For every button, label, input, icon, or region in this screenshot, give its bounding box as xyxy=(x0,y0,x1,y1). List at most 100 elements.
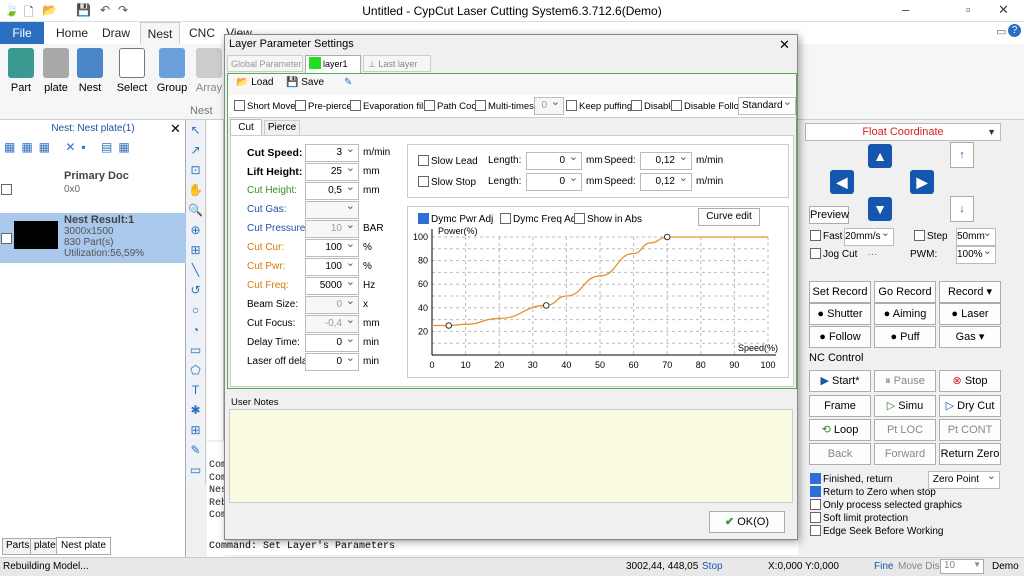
pwm-select[interactable]: 100% xyxy=(956,243,996,264)
param-value-select[interactable]: 0 xyxy=(305,350,359,371)
disable-checkbox[interactable]: Disable xyxy=(631,100,676,112)
nest-button[interactable]: Nest xyxy=(72,48,108,94)
arrow-up-button[interactable]: ▲ xyxy=(868,144,892,168)
nest-result-item[interactable]: Nest Result:1 3000x1500 830 Part(s) Util… xyxy=(0,213,186,263)
subtab-cut[interactable]: Cut xyxy=(230,119,262,135)
coordinate-select[interactable]: Float Coordinate ▼ xyxy=(805,123,1001,141)
step-checkbox[interactable]: Step xyxy=(914,230,948,242)
disable-follow-checkbox[interactable]: Disable Follow xyxy=(671,100,746,112)
return-zero-button[interactable]: Return Zero xyxy=(939,443,1001,465)
short-move-checkbox[interactable]: Short Move xyxy=(234,100,296,112)
tab-draw[interactable]: Draw xyxy=(96,22,136,44)
ok-button[interactable]: ✔ OK(O) xyxy=(709,511,785,533)
mode-select[interactable]: Standard xyxy=(738,94,796,115)
help-icon[interactable]: ? xyxy=(1008,24,1021,37)
user-notes-textarea[interactable] xyxy=(229,409,793,503)
follow-button[interactable]: ● Follow xyxy=(809,326,871,348)
slow-stop-speed-select[interactable]: 0,12 xyxy=(640,170,692,191)
keep-puffing-checkbox[interactable]: Keep puffing xyxy=(566,100,632,112)
aiming-button[interactable]: ● Aiming xyxy=(874,303,936,325)
start-button[interactable]: ▶ Start* xyxy=(809,370,871,392)
dialog-close-icon[interactable]: ✕ xyxy=(779,37,790,53)
tab-home[interactable]: Home xyxy=(50,22,94,44)
tab-nest-plate[interactable]: Nest plate xyxy=(56,537,112,555)
slow-lead-checkbox[interactable]: Slow Lead xyxy=(418,155,478,167)
select-button[interactable]: Select xyxy=(114,48,150,94)
frame-button[interactable]: Frame xyxy=(809,395,871,417)
curve-edit-button[interactable]: Curve edit xyxy=(698,208,760,226)
forward-button[interactable]: Forward xyxy=(874,443,936,465)
load-button[interactable]: 📂 Load xyxy=(236,77,273,88)
return-zero-checkbox[interactable]: Return to Zero when stop xyxy=(810,486,936,498)
save-button[interactable]: 💾 Save xyxy=(286,77,324,88)
status-fine[interactable]: Fine xyxy=(874,561,893,572)
only-selected-checkbox[interactable]: Only process selected graphics xyxy=(810,499,962,511)
shutter-button[interactable]: ● Shutter xyxy=(809,303,871,325)
multi-times-checkbox[interactable]: Multi-times xyxy=(475,100,534,112)
array-button[interactable]: Array xyxy=(191,48,227,94)
dymc-freq-checkbox[interactable]: Dymc Freq Adj xyxy=(500,213,579,225)
path-cool-checkbox[interactable]: Path Cool xyxy=(424,100,479,112)
dry-cut-button[interactable]: ▷ Dry Cut xyxy=(939,395,1001,417)
zero-point-select[interactable]: Zero Point xyxy=(928,468,1000,489)
multi-times-select[interactable]: 0 xyxy=(534,94,564,115)
close-icon[interactable]: ✕ xyxy=(998,2,1009,18)
tab-nest[interactable]: Nest xyxy=(140,22,180,44)
plate-button[interactable]: plate xyxy=(38,48,74,94)
pause-button[interactable]: ⏸ Pause xyxy=(874,370,936,392)
minimize-icon[interactable]: – xyxy=(902,2,909,17)
move-dis-select[interactable]: 10 ▼ xyxy=(940,559,984,574)
tab-last-layer[interactable]: ⊥ Last layer xyxy=(363,55,431,72)
ribbon-options-icon[interactable]: ▭ xyxy=(996,25,1006,38)
head-down-button[interactable]: ↓ xyxy=(950,196,974,222)
tab-parts[interactable]: Parts xyxy=(2,538,34,555)
dymc-pwr-checkbox[interactable]: Dymc Pwr Adj xyxy=(418,213,493,225)
head-up-button[interactable]: ↑ xyxy=(950,142,974,168)
slow-stop-checkbox[interactable]: Slow Stop xyxy=(418,176,476,188)
arrow-left-button[interactable]: ◀ xyxy=(830,170,854,194)
slow-lead-length-select[interactable]: 0 xyxy=(526,149,582,170)
tab-global-parameter[interactable]: Global Parameter xyxy=(227,55,303,72)
group-button[interactable]: Group xyxy=(154,48,190,94)
pre-pierce-checkbox[interactable]: Pre-pierce xyxy=(295,100,352,112)
slow-stop-length-select[interactable]: 0 xyxy=(526,170,582,191)
nest-result-checkbox[interactable] xyxy=(1,233,12,244)
tab-layer1[interactable]: layer1 xyxy=(305,55,361,73)
power-speed-chart[interactable]: 0 10 20 30 40 50 60 70 80 90 100 20 40 60 80 100 Power(%… xyxy=(408,227,788,377)
gas-dropdown-button[interactable]: Gas ▾ xyxy=(939,326,1001,348)
fast-speed-select[interactable]: 20mm/s xyxy=(844,225,894,246)
tab-cnc[interactable]: CNC xyxy=(184,22,220,44)
primary-doc-item[interactable]: Primary Doc 0x0 xyxy=(0,162,186,212)
arrow-down-button[interactable]: ▼ xyxy=(868,197,892,221)
back-button[interactable]: Back xyxy=(809,443,871,465)
restore-icon[interactable]: ▫ xyxy=(966,2,971,17)
slow-lead-speed-select[interactable]: 0,12 xyxy=(640,149,692,170)
set-record-button[interactable]: Set Record xyxy=(809,281,871,303)
jog-cut-checkbox[interactable]: Jog Cut ··· xyxy=(810,248,877,260)
go-record-button[interactable]: Go Record xyxy=(874,281,936,303)
tab-file[interactable]: File xyxy=(0,22,44,44)
simu-button[interactable]: ▷ Simu xyxy=(874,395,936,417)
loop-button[interactable]: ⟲ Loop xyxy=(809,419,871,441)
nest-panel-toolbar[interactable]: ▦▦▦ ✕▪ ▤▦ xyxy=(4,140,182,158)
pt-loc-button[interactable]: Pt LOC xyxy=(874,419,936,441)
preview-button[interactable]: Preview xyxy=(809,206,849,224)
puff-button[interactable]: ● Puff xyxy=(874,326,936,348)
pt-cont-button[interactable]: Pt CONT xyxy=(939,419,1001,441)
fast-checkbox[interactable]: Fast xyxy=(810,230,842,242)
record-dropdown-button[interactable]: Record ▾ xyxy=(939,281,1001,303)
evaporation-film-checkbox[interactable]: Evaporation film xyxy=(350,100,431,112)
primary-doc-checkbox[interactable] xyxy=(1,184,12,195)
show-abs-checkbox[interactable]: Show in Abs xyxy=(574,213,642,225)
subtab-pierce[interactable]: Pierce xyxy=(264,120,300,135)
arrow-right-button[interactable]: ▶ xyxy=(910,170,934,194)
edge-seek-checkbox[interactable]: Edge Seek Before Working xyxy=(810,525,943,537)
finished-return-checkbox[interactable]: Finished, return xyxy=(810,473,892,485)
draw-toolbar[interactable]: ↖ ↗ ⊡ ✋ 🔍 ⊕ ⊞ ╲ ↺ ○ ◔ ▭ ⬠ T ✱ ⊞ ✎ ▭ xyxy=(186,120,206,484)
stop-button[interactable]: ⊗ Stop xyxy=(939,370,1001,392)
panel-close-icon[interactable]: ✕ xyxy=(170,121,181,137)
note-icon[interactable]: ✎ xyxy=(344,77,352,88)
part-button[interactable]: Part xyxy=(3,48,39,94)
soft-limit-checkbox[interactable]: Soft limit protection xyxy=(810,512,908,524)
laser-button[interactable]: ● Laser xyxy=(939,303,1001,325)
